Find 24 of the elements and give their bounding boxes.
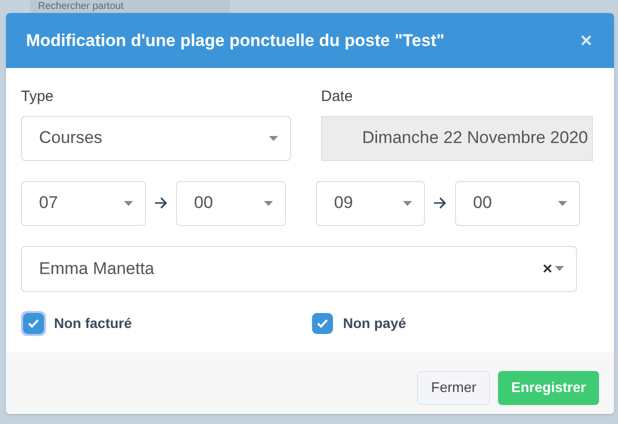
checkmark-icon	[28, 318, 39, 328]
type-select[interactable]: Courses	[21, 116, 291, 160]
caret-icon	[555, 266, 564, 271]
caret-icon	[264, 200, 273, 206]
clear-icon[interactable]	[543, 264, 552, 273]
caret-icon	[403, 200, 412, 206]
checkmark-icon	[317, 318, 328, 328]
checkbox[interactable]	[312, 312, 333, 334]
caret-icon	[124, 200, 133, 206]
caret-icon	[558, 200, 567, 206]
end-hour-select[interactable]: 09	[316, 180, 425, 226]
field-label: Date	[321, 87, 354, 107]
start-hour-select[interactable]: 07	[21, 180, 146, 226]
close-button[interactable]: Fermer	[417, 370, 490, 404]
field-label: Type	[21, 87, 55, 107]
arrow-right-icon	[154, 197, 168, 209]
caret-icon	[269, 136, 278, 140]
person-select[interactable]: Emma Manetta	[21, 246, 577, 292]
start-minute-select[interactable]: 00	[176, 180, 286, 226]
checkbox-label: Non payé	[343, 314, 406, 333]
dialog-title: Modification d'une plage ponctuelle du poste "Test"	[26, 30, 444, 52]
end-minute-select[interactable]: 00	[455, 180, 580, 226]
arrow-right-icon	[433, 197, 447, 209]
checkbox-label: Non facturé	[54, 314, 132, 332]
